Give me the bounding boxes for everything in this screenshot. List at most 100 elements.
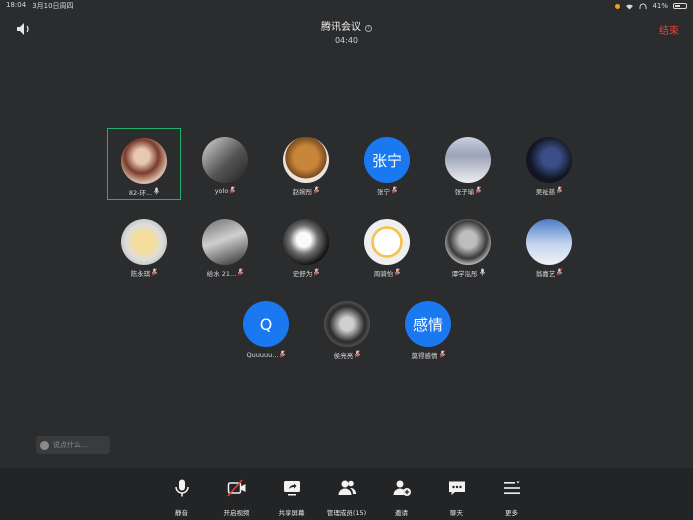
participant-tile[interactable]: yolo — [188, 128, 262, 200]
participant-tile[interactable]: 陈永琪 — [107, 210, 181, 282]
emoji-icon[interactable] — [40, 440, 49, 450]
participant-name-row: 82-环... — [128, 187, 160, 197]
chat-icon — [447, 478, 467, 502]
microphone-muted-icon — [313, 186, 320, 196]
participant-tile[interactable]: 赵婉彤 — [269, 128, 343, 200]
microphone-muted-icon — [439, 350, 445, 360]
participant-name-row: 赵婉彤 — [293, 186, 320, 196]
wifi-icon — [626, 4, 634, 9]
participant-name-row: yolo — [215, 186, 236, 196]
microphone-muted-icon — [313, 268, 320, 278]
participant-tile[interactable]: 史舒为 — [269, 210, 343, 282]
chat-input[interactable]: 说点什么... — [36, 436, 110, 454]
microphone-muted-icon — [354, 350, 361, 360]
bottom-toolbar: 静音 开启视频 共享屏幕 管理成员(15) 邀请 聊天 更多 — [0, 468, 693, 520]
participant-name: 张宁 — [377, 188, 390, 196]
toolbar-button-more[interactable]: 更多 — [484, 468, 539, 520]
avatar — [121, 138, 167, 184]
avatar — [121, 219, 167, 265]
toolbar-button-chat[interactable]: 聊天 — [429, 468, 484, 520]
toolbar-label: 邀请 — [395, 509, 408, 517]
microphone-muted-icon — [151, 268, 158, 278]
microphone-muted-icon — [229, 186, 236, 196]
battery-icon — [673, 3, 687, 9]
microphone-muted-icon — [475, 186, 482, 196]
avatar — [445, 137, 491, 183]
participant-tile[interactable]: 张子瑜 — [431, 128, 505, 200]
avatar — [445, 219, 491, 265]
info-icon[interactable]: i — [365, 25, 372, 32]
participant-name: 82-环... — [128, 189, 153, 197]
microphone-muted-icon — [237, 268, 244, 278]
meeting-timer: 04:40 — [334, 36, 359, 45]
microphone-muted-icon — [391, 186, 398, 196]
participant-name-row: 陈永琪 — [131, 268, 158, 278]
participant-tile[interactable]: 张宁 张宁 — [350, 128, 424, 200]
avatar — [364, 219, 410, 265]
participant-name: 谭学泓彤 — [451, 270, 478, 278]
participant-tile[interactable]: 周骑怡 — [350, 210, 424, 282]
toolbar-button-video-off[interactable]: 开启视频 — [209, 468, 264, 520]
microphone-muted-icon — [556, 268, 563, 278]
participant-name-row: Quuuuu... — [247, 350, 286, 360]
toolbar-label: 更多 — [505, 509, 518, 517]
avatar — [283, 137, 329, 183]
microphone-muted-icon — [556, 186, 563, 196]
participant-name: 周骑怡 — [373, 270, 394, 278]
participant-name-row: 周骑怡 — [374, 268, 401, 278]
more-icon — [502, 478, 522, 502]
toolbar-label: 共享屏幕 — [278, 509, 305, 517]
microphone-muted-icon — [394, 268, 401, 278]
participant-name-row: 史舒为 — [293, 268, 320, 278]
meeting-header: 腾讯会议 i 04:40 结束 — [0, 12, 693, 45]
participant-name-row: 侯亮亮 — [334, 350, 361, 360]
participant-name: 吴祉慈 — [535, 188, 556, 196]
toolbar-button-members[interactable]: 管理成员(15) — [319, 468, 374, 520]
end-meeting-button[interactable]: 结束 — [659, 22, 679, 37]
chat-placeholder: 说点什么... — [53, 441, 88, 449]
headphones-icon — [639, 3, 647, 9]
participant-name: 史舒为 — [292, 270, 313, 278]
participant-name: 翁嘉艺 — [535, 270, 556, 278]
participant-tile[interactable]: 给水 21... — [188, 210, 262, 282]
participant-tile[interactable]: 谭学泓彤 — [431, 210, 505, 282]
toolbar-button-share-screen[interactable]: 共享屏幕 — [264, 468, 319, 520]
avatar — [526, 137, 572, 183]
toolbar-label: 聊天 — [450, 509, 463, 517]
participant-name: 侯亮亮 — [333, 352, 354, 360]
avatar — [202, 219, 248, 265]
microphone-icon — [479, 268, 485, 278]
avatar: 张宁 — [364, 137, 410, 183]
participant-tile[interactable]: 侯亮亮 — [310, 292, 384, 364]
toolbar-label: 管理成员(15) — [326, 509, 367, 517]
participant-tile[interactable]: Q Quuuuu... — [229, 292, 303, 364]
recording-dot-icon — [615, 3, 621, 9]
participant-name-row: 谭学泓彤 — [452, 268, 485, 278]
participant-name-row: 张宁 — [377, 186, 398, 196]
microphone-muted-icon — [280, 350, 286, 360]
participant-tile[interactable]: 感情莫得感情 — [391, 292, 465, 364]
toolbar-button-microphone[interactable]: 静音 — [154, 468, 209, 520]
status-date: 3月10日周四 — [32, 2, 74, 10]
participant-name-row: 张子瑜 — [455, 186, 482, 196]
participant-tile[interactable]: 吴祉慈 — [512, 128, 586, 200]
avatar: 感情 — [405, 301, 451, 347]
microphone-icon — [154, 187, 160, 197]
participant-tile[interactable]: 82-环... — [107, 128, 181, 200]
status-time: 18:04 — [6, 1, 27, 9]
participant-name-row: 翁嘉艺 — [536, 268, 563, 278]
microphone-icon — [172, 478, 192, 502]
participant-name: 莫得感情 — [411, 352, 438, 360]
avatar — [202, 137, 248, 183]
participant-name: 陈永琪 — [130, 270, 151, 278]
participant-tile[interactable]: 翁嘉艺 — [512, 210, 586, 282]
avatar — [283, 219, 329, 265]
participant-name: 赵婉彤 — [292, 188, 313, 196]
participant-name: 给水 21... — [206, 270, 237, 278]
battery-percent: 41% — [652, 2, 668, 10]
participant-name: yolo — [214, 187, 229, 195]
members-icon — [337, 478, 357, 502]
avatar — [526, 219, 572, 265]
toolbar-button-invite[interactable]: 邀请 — [374, 468, 429, 520]
participant-name-row: 莫得感情 — [412, 350, 445, 360]
